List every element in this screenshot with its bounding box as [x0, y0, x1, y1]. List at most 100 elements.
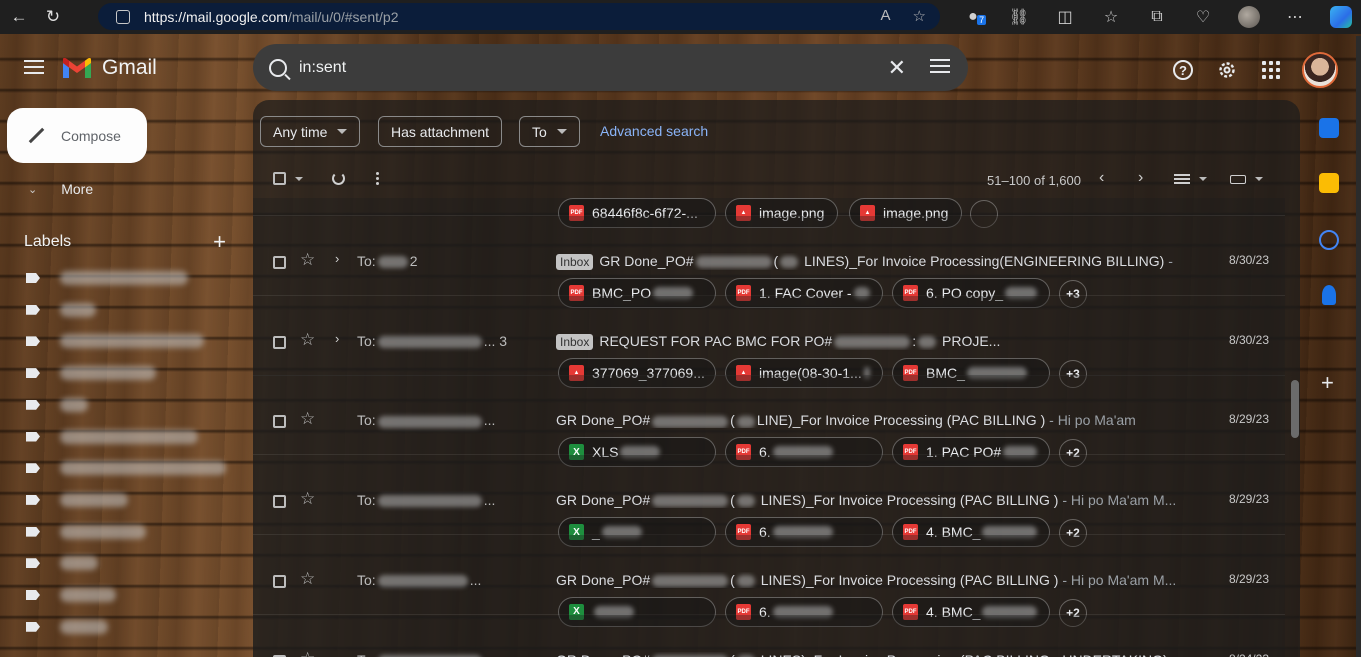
- density-icon[interactable]: [1174, 174, 1190, 186]
- gear-icon[interactable]: [1214, 57, 1240, 83]
- subject-part: GR Done_PO#: [556, 492, 651, 509]
- label-item[interactable]: [26, 395, 88, 415]
- subject-part: GR Done_PO#: [556, 412, 651, 429]
- contacts-icon[interactable]: [1322, 285, 1336, 305]
- label-item[interactable]: [26, 490, 128, 510]
- more-nav-item[interactable]: ⌄ More: [28, 181, 93, 197]
- compose-button[interactable]: Compose: [7, 108, 147, 163]
- email-row[interactable]: ☆ › To: ... 3 Inbox REQUEST FOR PAC BMC FOR P…: [253, 295, 1285, 388]
- star-outline-icon[interactable]: ☆: [300, 250, 315, 270]
- tasks-icon[interactable]: [1319, 230, 1339, 250]
- add-label-icon[interactable]: +: [213, 229, 226, 255]
- split-screen-icon[interactable]: ◫: [1042, 0, 1088, 34]
- row-checkbox[interactable]: [273, 256, 286, 269]
- has-attachment-filter[interactable]: Has attachment: [378, 116, 503, 147]
- caret-down-icon: [337, 129, 348, 134]
- row-checkbox[interactable]: [273, 415, 286, 429]
- label-item[interactable]: [26, 617, 108, 637]
- search-input[interactable]: [299, 58, 859, 77]
- recipient-suffix: ...: [484, 652, 496, 657]
- newer-icon[interactable]: ›: [1138, 169, 1143, 187]
- email-row[interactable]: ☆ To:... GR Done_PO# ( LINES)_For Invoice P…: [253, 455, 1285, 548]
- email-row[interactable]: ☆ To:... GR Done_PO# (LINE)_For Invoice Pro…: [253, 375, 1285, 468]
- list-toolbar: 51–100 of 1,600 ‹ ›: [253, 164, 1285, 196]
- row-checkbox[interactable]: [273, 574, 286, 588]
- extension-icon[interactable]: ● 7: [950, 0, 996, 34]
- any-time-filter[interactable]: Any time: [260, 116, 361, 147]
- label-item[interactable]: [26, 300, 96, 320]
- copilot-icon[interactable]: [1318, 0, 1361, 34]
- expand-thread-icon[interactable]: ›: [335, 251, 339, 266]
- list-scrollbar[interactable]: [1291, 380, 1299, 438]
- help-icon[interactable]: ?: [1170, 57, 1196, 83]
- search-options-icon[interactable]: [930, 56, 950, 76]
- favorite-star-icon[interactable]: ☆: [913, 7, 926, 25]
- lock-icon[interactable]: [116, 9, 130, 24]
- label-item[interactable]: [26, 522, 146, 542]
- inbox-badge[interactable]: Inbox: [556, 254, 594, 270]
- email-row-partial[interactable]: PDF 68446f8c-6f72-... ▲ image.png ▲ image.png: [253, 198, 1285, 228]
- star-outline-icon[interactable]: ☆: [300, 489, 315, 509]
- select-caret-icon[interactable]: [295, 177, 303, 181]
- email-subject: GR Done_PO# ( LINES)_For Invoice Processi…: [556, 652, 1176, 657]
- reload-icon[interactable]: ↻: [36, 0, 70, 34]
- select-all-checkbox[interactable]: [273, 172, 286, 185]
- star-outline-icon[interactable]: ☆: [300, 409, 315, 429]
- main-panel: Any time Has attachment To Advanced sear…: [253, 100, 1300, 657]
- email-snippet: - Hi po Ma'am M...: [1058, 492, 1176, 509]
- label-item[interactable]: [26, 458, 226, 478]
- apps-grid-icon[interactable]: [1258, 57, 1284, 83]
- label-tag-icon: [26, 590, 40, 600]
- email-row[interactable]: ☆ › To: 2 Inbox GR Done_PO# ( LINES)_For Invoi…: [253, 216, 1285, 308]
- label-item[interactable]: [26, 363, 156, 383]
- inbox-badge[interactable]: Inbox: [556, 333, 594, 350]
- label-item[interactable]: [26, 585, 116, 605]
- to-filter[interactable]: To: [519, 116, 580, 147]
- star-outline-icon[interactable]: ☆: [300, 649, 315, 657]
- main-menu-icon[interactable]: [24, 60, 44, 74]
- read-aloud-icon[interactable]: A: [881, 7, 891, 25]
- label-item[interactable]: [26, 268, 188, 288]
- more-actions-icon[interactable]: [376, 172, 379, 187]
- older-icon[interactable]: ‹: [1099, 169, 1104, 187]
- label-tag-icon: [26, 494, 40, 505]
- label-tag-icon: [26, 399, 40, 410]
- more-options-icon[interactable]: ⋯: [1272, 0, 1318, 34]
- refresh-icon[interactable]: [332, 172, 345, 185]
- keep-icon[interactable]: [1319, 173, 1339, 193]
- profile-icon[interactable]: [1226, 0, 1272, 34]
- label-item[interactable]: [26, 553, 98, 573]
- favorites-icon[interactable]: ☆: [1088, 0, 1134, 34]
- email-snippet: - Hi po Ma'am M...: [1058, 571, 1176, 588]
- account-avatar[interactable]: [1302, 52, 1338, 88]
- gmail-logo[interactable]: Gmail: [62, 56, 157, 80]
- email-row[interactable]: ☆ To:... GR Done_PO# ( LINES)_For Invoice P…: [253, 614, 1285, 657]
- star-outline-icon[interactable]: ☆: [300, 330, 315, 350]
- calendar-icon[interactable]: [1319, 118, 1339, 138]
- get-addons-icon[interactable]: +: [1321, 370, 1334, 396]
- recipient: To:...: [357, 572, 481, 588]
- redacted-text: [652, 415, 729, 428]
- search-icon[interactable]: [269, 58, 287, 77]
- label-name-redacted: [60, 524, 146, 539]
- clear-search-icon[interactable]: ✕: [888, 55, 906, 81]
- address-bar[interactable]: https://mail.google.com/mail/u/0/#sent/p…: [98, 3, 940, 30]
- puzzle-icon[interactable]: ⛓: [996, 0, 1042, 34]
- density-caret-icon[interactable]: [1199, 177, 1207, 181]
- row-checkbox[interactable]: [273, 495, 286, 509]
- collections-icon[interactable]: ⧉: [1134, 0, 1180, 34]
- advanced-search-link[interactable]: Advanced search: [600, 123, 708, 139]
- email-date: 8/29/23: [1228, 571, 1269, 586]
- label-name-redacted: [60, 556, 98, 571]
- input-tools-icon[interactable]: [1230, 175, 1246, 184]
- label-item[interactable]: [26, 427, 198, 447]
- expand-thread-icon[interactable]: ›: [335, 331, 339, 346]
- redacted-text: [780, 256, 799, 269]
- label-item[interactable]: [26, 331, 204, 351]
- input-tools-caret-icon[interactable]: [1255, 177, 1263, 181]
- row-checkbox[interactable]: [273, 335, 286, 349]
- back-arrow-icon[interactable]: ←: [2, 0, 36, 34]
- browser-essentials-icon[interactable]: ♡: [1180, 0, 1226, 34]
- star-outline-icon[interactable]: ☆: [300, 569, 315, 589]
- email-row[interactable]: ☆ To:... GR Done_PO# ( LINES)_For Invoice P…: [253, 534, 1285, 627]
